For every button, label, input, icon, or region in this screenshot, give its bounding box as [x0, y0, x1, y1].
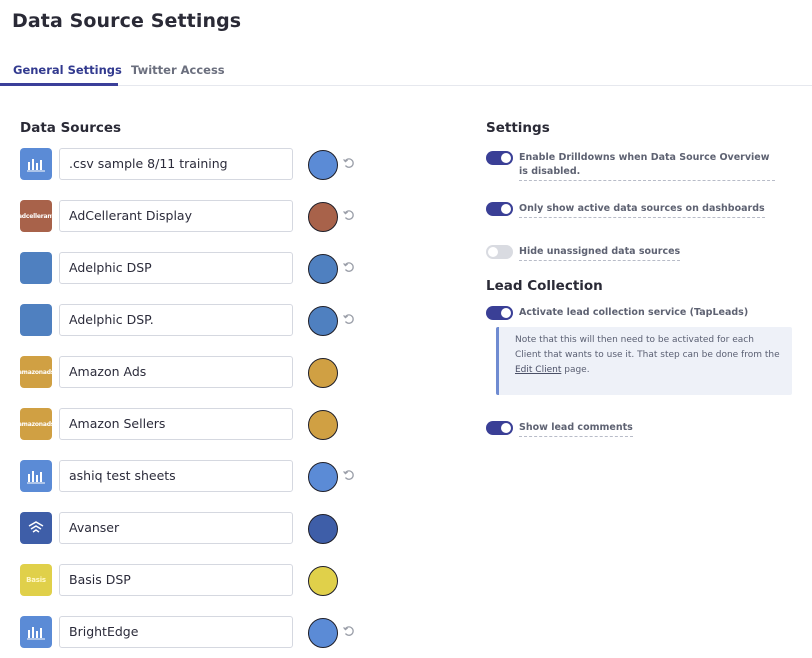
reset-color-icon[interactable]: [342, 624, 356, 638]
avanser-logo: [20, 512, 52, 544]
enable-drilldowns-label: Enable Drilldowns when Data Source Overv…: [519, 151, 775, 181]
hide-unassigned-toggle[interactable]: [486, 245, 513, 259]
data-source-name-input[interactable]: Basis DSP: [59, 564, 293, 596]
data-source-name-input[interactable]: AdCellerant Display: [59, 200, 293, 232]
lead-collection-toggle[interactable]: [486, 306, 513, 320]
setting-enable-drilldowns: Enable Drilldowns when Data Source Overv…: [486, 151, 786, 181]
data-source-row: Adelphic DSP.: [20, 304, 380, 356]
data-source-name-input[interactable]: Amazon Sellers: [59, 408, 293, 440]
show-lead-comments-toggle[interactable]: [486, 421, 513, 435]
data-sources-heading: Data Sources: [20, 120, 122, 136]
reset-color-icon[interactable]: [342, 208, 356, 222]
data-source-row: ashiq test sheets: [20, 460, 380, 512]
color-swatch-button[interactable]: [308, 150, 338, 180]
setting-show-lead-comments: Show lead comments: [486, 421, 786, 439]
enable-drilldowns-toggle[interactable]: [486, 151, 513, 165]
data-source-list: .csv sample 8/11 training adcellerant AdCe…: [20, 148, 380, 658]
reset-color-icon[interactable]: [342, 260, 356, 274]
note-text: Note that this will then need to be acti…: [515, 335, 780, 360]
settings-heading: Settings: [486, 120, 550, 136]
active-tab-indicator: [0, 83, 118, 86]
toggle-knob: [501, 204, 511, 214]
lead-collection-note: Note that this will then need to be acti…: [496, 327, 792, 395]
color-swatch-button[interactable]: [308, 358, 338, 388]
show-lead-comments-label: Show lead comments: [519, 421, 633, 437]
setting-only-active-sources: Only show active data sources on dashboa…: [486, 202, 786, 220]
bar-chart-icon: [20, 148, 52, 180]
only-active-sources-toggle[interactable]: [486, 202, 513, 216]
tab-general-settings[interactable]: General Settings: [13, 63, 122, 77]
data-source-row: Avanser: [20, 512, 380, 564]
reset-color-icon[interactable]: [342, 468, 356, 482]
edit-client-link[interactable]: Edit Client: [515, 365, 561, 375]
toggle-knob: [501, 308, 511, 318]
data-source-row: BrightEdge: [20, 616, 380, 658]
amazon-sellers-logo: amazonads: [20, 408, 52, 440]
color-swatch-button[interactable]: [308, 254, 338, 284]
adelphic-logo: [20, 252, 52, 284]
data-source-row: Adelphic DSP: [20, 252, 380, 304]
tab-bar: General Settings Twitter Access: [0, 56, 812, 86]
reset-color-icon[interactable]: [342, 156, 356, 170]
color-swatch-button[interactable]: [308, 306, 338, 336]
logo-text: adcellerant: [20, 212, 52, 220]
color-swatch-button[interactable]: [308, 410, 338, 440]
data-source-row: .csv sample 8/11 training: [20, 148, 380, 200]
data-source-row: adcellerant AdCellerant Display: [20, 200, 380, 252]
adelphic-logo: [20, 304, 52, 336]
toggle-knob: [488, 247, 498, 257]
data-source-row: Basis Basis DSP: [20, 564, 380, 616]
toggle-knob: [501, 423, 511, 433]
setting-hide-unassigned: Hide unassigned data sources: [486, 245, 786, 263]
reset-color-icon[interactable]: [342, 312, 356, 326]
data-source-name-input[interactable]: BrightEdge: [59, 616, 293, 648]
logo-text: amazonads: [20, 368, 52, 376]
bar-chart-icon: [20, 460, 52, 492]
bar-chart-icon: [20, 616, 52, 648]
data-source-name-input[interactable]: Adelphic DSP.: [59, 304, 293, 336]
amazon-ads-logo: amazonads: [20, 356, 52, 388]
toggle-knob: [501, 153, 511, 163]
color-swatch-button[interactable]: [308, 462, 338, 492]
color-swatch-button[interactable]: [308, 566, 338, 596]
color-swatch-button[interactable]: [308, 618, 338, 648]
logo-text: Basis: [26, 576, 46, 584]
page-title: Data Source Settings: [12, 10, 242, 32]
note-suffix: page.: [564, 365, 590, 375]
setting-lead-collection-service: Activate lead collection service (TapLea…: [486, 306, 786, 324]
only-active-sources-label: Only show active data sources on dashboa…: [519, 202, 765, 218]
data-source-name-input[interactable]: ashiq test sheets: [59, 460, 293, 492]
data-source-name-input[interactable]: .csv sample 8/11 training: [59, 148, 293, 180]
data-source-row: amazonads Amazon Sellers: [20, 408, 380, 460]
logo-text: amazonads: [20, 420, 52, 428]
data-source-row: amazonads Amazon Ads: [20, 356, 380, 408]
color-swatch-button[interactable]: [308, 202, 338, 232]
basis-logo: Basis: [20, 564, 52, 596]
lead-collection-label: Activate lead collection service (TapLea…: [519, 307, 749, 318]
hide-unassigned-label: Hide unassigned data sources: [519, 245, 681, 261]
data-source-name-input[interactable]: Amazon Ads: [59, 356, 293, 388]
color-swatch-button[interactable]: [308, 514, 338, 544]
adcellerant-logo: adcellerant: [20, 200, 52, 232]
data-source-name-input[interactable]: Avanser: [59, 512, 293, 544]
tab-twitter-access[interactable]: Twitter Access: [131, 63, 225, 77]
data-source-name-input[interactable]: Adelphic DSP: [59, 252, 293, 284]
lead-collection-heading: Lead Collection: [486, 278, 603, 294]
